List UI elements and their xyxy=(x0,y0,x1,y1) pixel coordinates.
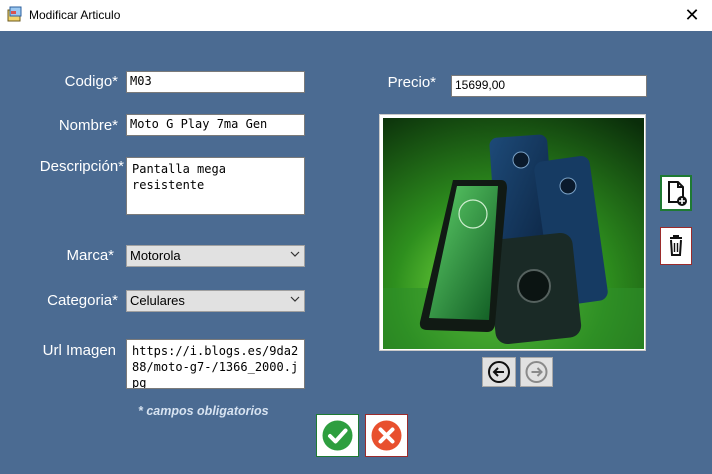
codigo-label: Codigo* xyxy=(64,73,118,90)
chevron-down-icon xyxy=(290,251,300,257)
arrow-left-icon xyxy=(488,361,510,383)
url-imagen-label: Url Imagen xyxy=(42,342,116,359)
x-cancel-icon xyxy=(371,420,402,451)
modify-article-dialog: Modificar Articulo ✕ Codigo* M03 Nombre*… xyxy=(0,0,712,474)
categoria-label: Categoria* xyxy=(47,292,118,309)
marca-label: Marca* xyxy=(66,247,114,264)
app-window-icon xyxy=(7,6,22,22)
cancel-button[interactable] xyxy=(365,414,408,457)
image-preview xyxy=(379,114,646,351)
nombre-label: Nombre* xyxy=(58,117,118,134)
title-bar: Modificar Articulo ✕ xyxy=(0,0,712,31)
categoria-selected-value: Celulares xyxy=(130,293,185,308)
required-fields-note: * campos obligatorios xyxy=(138,404,269,418)
chevron-down-icon xyxy=(290,296,300,302)
marca-dropdown[interactable]: Motorola xyxy=(126,245,305,267)
file-add-icon xyxy=(668,181,687,206)
categoria-dropdown[interactable]: Celulares xyxy=(126,290,305,312)
accept-button[interactable] xyxy=(316,414,359,457)
descripcion-field[interactable] xyxy=(126,157,305,215)
product-image xyxy=(383,118,644,349)
precio-label: Precio* xyxy=(387,74,436,91)
close-icon[interactable]: ✕ xyxy=(680,3,704,27)
trash-icon xyxy=(670,235,682,256)
codigo-field[interactable]: M03 xyxy=(126,71,305,93)
url-imagen-field[interactable] xyxy=(126,339,305,389)
nombre-field[interactable]: Moto G Play 7ma Gen xyxy=(126,114,305,136)
next-image-button[interactable] xyxy=(520,357,553,387)
add-image-button[interactable] xyxy=(660,175,692,211)
previous-image-button[interactable] xyxy=(482,357,516,387)
precio-field[interactable]: 15699,00 xyxy=(451,75,647,97)
marca-selected-value: Motorola xyxy=(130,248,181,263)
checkmark-icon xyxy=(322,420,353,451)
descripcion-label: Descripción* xyxy=(39,158,124,175)
arrow-right-icon xyxy=(525,361,548,383)
window-title: Modificar Articulo xyxy=(29,8,121,22)
delete-image-button[interactable] xyxy=(660,227,692,265)
